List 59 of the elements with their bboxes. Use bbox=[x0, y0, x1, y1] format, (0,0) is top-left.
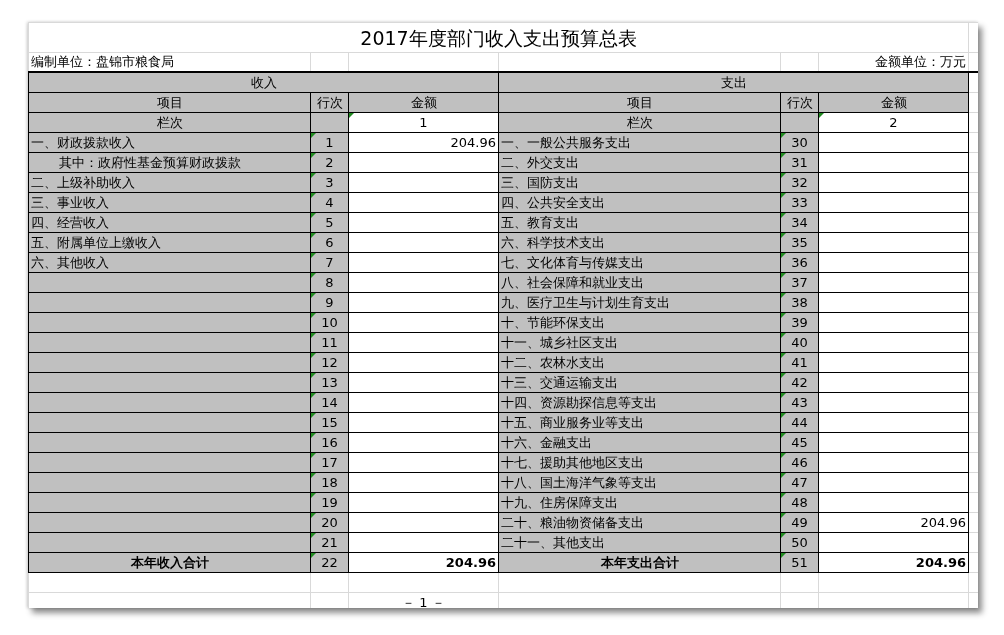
cell-marker-icon bbox=[311, 193, 316, 198]
column-index-label: 栏次 bbox=[28, 112, 311, 133]
column-header: 项目 bbox=[28, 92, 311, 113]
cell-marker-icon bbox=[311, 353, 316, 358]
cell-marker-icon bbox=[819, 113, 824, 118]
cell-marker-icon bbox=[311, 233, 316, 238]
cell-marker-icon bbox=[311, 473, 316, 478]
cell-marker-icon bbox=[781, 233, 786, 238]
cell-marker-icon bbox=[781, 373, 786, 378]
cell-marker-icon bbox=[311, 553, 316, 558]
cell-marker-icon bbox=[781, 253, 786, 258]
income-item-cell: 六、其他收入 bbox=[28, 252, 311, 273]
income-item-cell: 其中：政府性基金预算财政拨款 bbox=[28, 152, 311, 173]
cell-marker-icon bbox=[781, 313, 786, 318]
cell-marker-icon bbox=[311, 213, 316, 218]
cell-marker-icon bbox=[311, 333, 316, 338]
cell-marker-icon bbox=[781, 533, 786, 538]
cell-marker-icon bbox=[349, 113, 354, 118]
cell-marker-icon bbox=[311, 493, 316, 498]
cell-marker-icon bbox=[311, 533, 316, 538]
cell-marker-icon bbox=[781, 473, 786, 478]
cell-marker-icon bbox=[781, 413, 786, 418]
cell-marker-icon bbox=[781, 173, 786, 178]
income-item-cell: 三、事业收入 bbox=[28, 192, 311, 213]
cell-marker-icon bbox=[311, 453, 316, 458]
income-item-cell: 一、财政拨款收入 bbox=[28, 132, 311, 153]
income-header: 收入 bbox=[28, 72, 499, 93]
cell-marker-icon bbox=[311, 133, 316, 138]
cell-marker-icon bbox=[781, 433, 786, 438]
income-item-cell: 二、上级补助收入 bbox=[28, 172, 311, 193]
cell-marker-icon bbox=[781, 353, 786, 358]
cell-marker-icon bbox=[781, 333, 786, 338]
cell-marker-icon bbox=[311, 273, 316, 278]
cell-marker-icon bbox=[311, 253, 316, 258]
cell-marker-icon bbox=[781, 453, 786, 458]
cell-marker-icon bbox=[311, 173, 316, 178]
cell-marker-icon bbox=[781, 213, 786, 218]
total-label: 本年收入合计 bbox=[28, 552, 311, 573]
cell-marker-icon bbox=[781, 133, 786, 138]
expense-header: 支出 bbox=[498, 72, 969, 93]
cell-marker-icon bbox=[781, 153, 786, 158]
income-item-cell: 四、经营收入 bbox=[28, 212, 311, 233]
cell-marker-icon bbox=[781, 393, 786, 398]
cell-marker-icon bbox=[781, 273, 786, 278]
cell-marker-icon bbox=[781, 553, 786, 558]
cell-marker-icon bbox=[781, 513, 786, 518]
cell-marker-icon bbox=[311, 313, 316, 318]
cell-marker-icon bbox=[311, 513, 316, 518]
cell-marker-icon bbox=[311, 433, 316, 438]
cell-marker-icon bbox=[311, 393, 316, 398]
cell-marker-icon bbox=[311, 293, 316, 298]
sheet-title: 2017年度部门收入支出预算总表 bbox=[28, 22, 969, 53]
income-item-cell: 五、附属单位上缴收入 bbox=[28, 232, 311, 253]
cell-marker-icon bbox=[311, 373, 316, 378]
cell-marker-icon bbox=[781, 493, 786, 498]
cell-marker-icon bbox=[311, 153, 316, 158]
cell-marker-icon bbox=[781, 193, 786, 198]
cell-marker-icon bbox=[311, 413, 316, 418]
cell-marker-icon bbox=[781, 293, 786, 298]
